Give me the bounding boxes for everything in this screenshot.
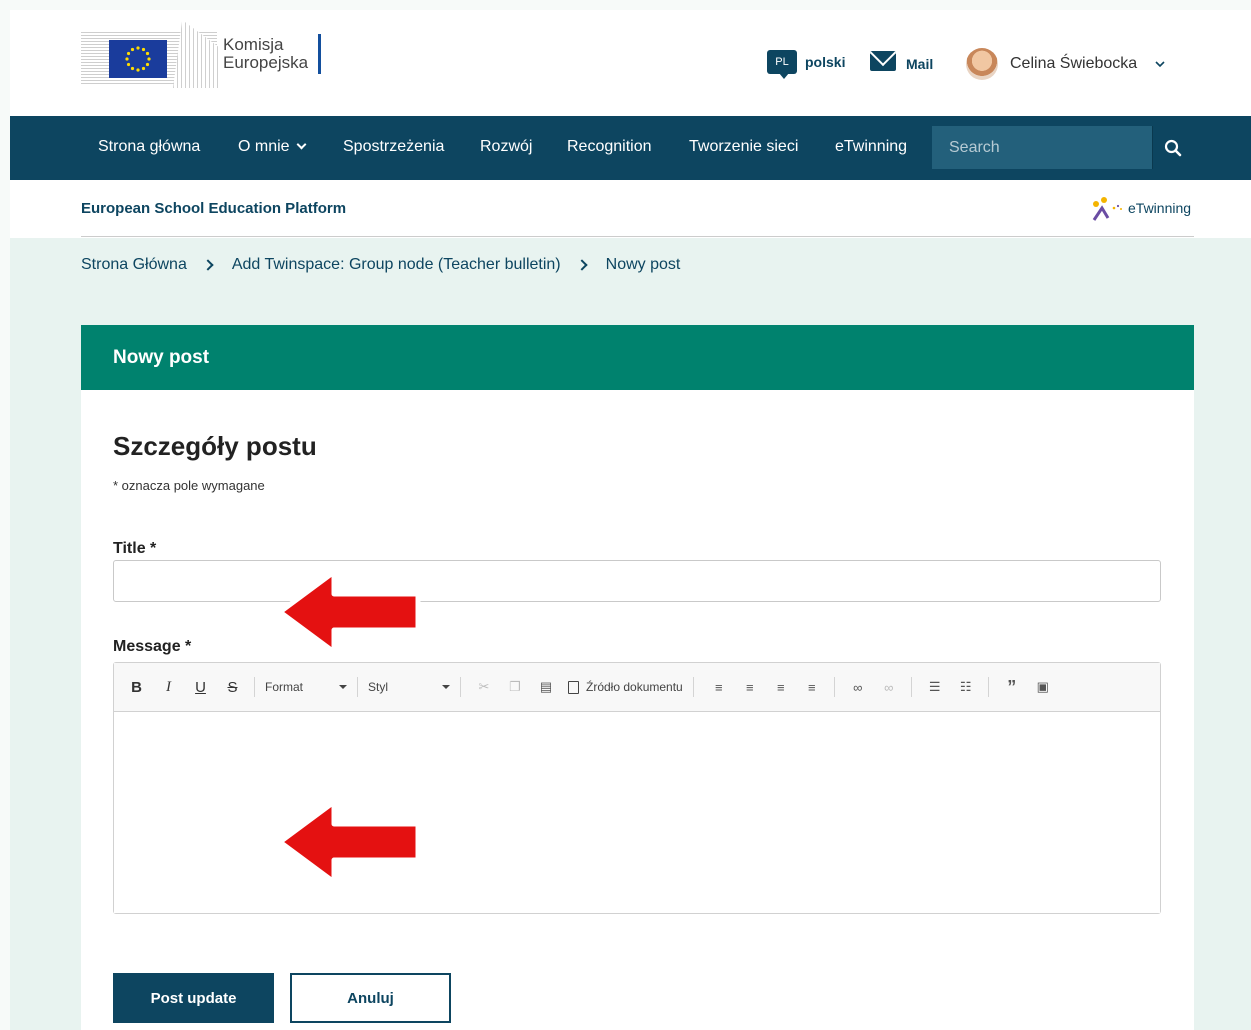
align-justify-icon[interactable]: ≡ — [803, 674, 821, 700]
mail-link[interactable]: Mail — [870, 50, 933, 72]
media-embed-icon[interactable]: ▣ — [1034, 674, 1052, 700]
numbered-list-icon[interactable]: ☷ — [957, 674, 975, 700]
document-icon — [568, 680, 579, 694]
toolbar-separator — [254, 677, 255, 697]
logo-text-line2: Europejska — [223, 53, 309, 72]
nav-item-etwinning[interactable]: eTwinning — [835, 116, 907, 180]
format-select[interactable]: Format — [261, 674, 353, 700]
chevron-down-icon — [1155, 61, 1165, 68]
underline-button[interactable]: U — [190, 674, 211, 700]
language-icon: PL — [767, 50, 797, 79]
chevron-right-icon — [202, 259, 214, 271]
message-label: Message * — [113, 638, 192, 655]
search-button[interactable] — [1152, 126, 1192, 169]
breadcrumb-current: Nowy post — [605, 256, 681, 273]
etwinning-icon — [1092, 197, 1122, 221]
logo-text-line1: Komisja — [223, 35, 284, 54]
align-right-icon[interactable]: ≡ — [772, 674, 790, 700]
toolbar-separator — [987, 677, 989, 697]
nav-item-about-me-label: O mnie — [238, 138, 290, 155]
eu-flag-icon — [109, 40, 167, 78]
toolbar-separator — [692, 677, 694, 697]
post-update-button[interactable]: Post update — [113, 973, 274, 1023]
required-note: * oznacza pole wymagane — [113, 478, 265, 493]
toolbar-separator — [460, 677, 461, 697]
breadcrumb-home[interactable]: Strona Główna — [81, 256, 187, 274]
cancel-button[interactable]: Anuluj — [290, 973, 451, 1023]
align-center-icon[interactable]: ≡ — [741, 674, 759, 700]
top-header: Komisja Europejska PL polski Mail Celina… — [10, 10, 1251, 116]
nav-item-recognition[interactable]: Recognition — [567, 116, 652, 180]
caret-down-icon — [339, 685, 347, 689]
copy-icon[interactable]: ❐ — [506, 674, 524, 700]
title-input[interactable] — [113, 560, 1161, 602]
nav-item-insights[interactable]: Spostrzeżenia — [343, 116, 444, 180]
chevron-right-icon — [575, 259, 588, 271]
etwinning-logo[interactable]: eTwinning — [1088, 194, 1191, 222]
editor-toolbar: B I U S Format Styl ✂ ❐ ▤ Źródło dokumen… — [114, 663, 1160, 712]
logo-divider — [318, 34, 322, 74]
mail-label: Mail — [906, 56, 934, 72]
nav-item-networking[interactable]: Tworzenie sieci — [689, 116, 798, 180]
divider — [81, 236, 1194, 237]
chevron-down-icon — [296, 139, 307, 150]
cut-icon[interactable]: ✂ — [475, 674, 493, 700]
unlink-icon[interactable]: ∞ — [880, 674, 898, 700]
style-select[interactable]: Styl — [364, 674, 456, 700]
search-input[interactable] — [932, 126, 1152, 169]
arrow-left-icon — [277, 799, 421, 885]
sub-header: European School Education Platform eTwin… — [10, 180, 1251, 238]
source-button[interactable]: Źródło dokumentu — [568, 680, 683, 694]
toolbar-separator — [357, 677, 358, 697]
message-editor: B I U S Format Styl ✂ ❐ ▤ Źródło dokumen… — [113, 662, 1161, 914]
message-textarea[interactable] — [114, 713, 1160, 913]
breadcrumb: Strona Główna Add Twinspace: Group node … — [81, 256, 680, 274]
logo-mark — [81, 20, 219, 88]
nav-item-about-me[interactable]: O mnie — [238, 116, 307, 180]
logo-text: Komisja Europejska — [223, 36, 308, 72]
bulleted-list-icon[interactable]: ☰ — [926, 674, 944, 700]
strikethrough-button[interactable]: S — [222, 674, 243, 700]
arrow-left-icon — [277, 569, 421, 655]
nav-item-development[interactable]: Rozwój — [480, 116, 532, 180]
card-title: Nowy post — [113, 347, 210, 368]
post-form: Szczegóły postu * oznacza pole wymagane … — [81, 390, 1194, 1030]
caret-down-icon — [442, 685, 450, 689]
breadcrumb-group[interactable]: Add Twinspace: Group node (Teacher bulle… — [232, 256, 561, 274]
european-commission-logo[interactable]: Komisja Europejska — [81, 20, 322, 88]
nav-item-home[interactable]: Strona główna — [98, 116, 200, 180]
avatar — [966, 48, 998, 80]
mail-icon — [870, 51, 896, 71]
language-selector[interactable]: PL polski — [767, 50, 846, 79]
align-left-icon[interactable]: ≡ — [710, 674, 728, 700]
search-icon — [1164, 139, 1181, 156]
user-menu[interactable]: Celina Świebocka — [966, 48, 1165, 80]
etwinning-label: eTwinning — [1128, 200, 1192, 216]
user-name: Celina Świebocka — [1010, 55, 1138, 72]
link-icon[interactable]: ∞ — [849, 674, 867, 700]
blockquote-icon[interactable]: ” — [1003, 674, 1021, 700]
italic-button[interactable]: I — [158, 674, 179, 700]
platform-title[interactable]: European School Education Platform — [81, 200, 346, 217]
format-select-label: Format — [265, 680, 304, 694]
paste-icon[interactable]: ▤ — [537, 674, 555, 700]
title-label: Title * — [113, 540, 157, 557]
toolbar-separator — [833, 677, 835, 697]
style-select-label: Styl — [368, 680, 389, 694]
language-label: polski — [805, 54, 846, 70]
main-navigation: Strona główna O mnie Spostrzeżenia Rozwó… — [10, 116, 1251, 180]
page: Komisja Europejska PL polski Mail Celina… — [10, 10, 1251, 1030]
card-header: Nowy post — [81, 325, 1194, 390]
source-label: Źródło dokumentu — [586, 680, 683, 694]
bold-button[interactable]: B — [126, 674, 147, 700]
toolbar-separator — [910, 677, 912, 697]
section-title: Szczegóły postu — [113, 431, 317, 461]
search-box — [932, 126, 1152, 169]
